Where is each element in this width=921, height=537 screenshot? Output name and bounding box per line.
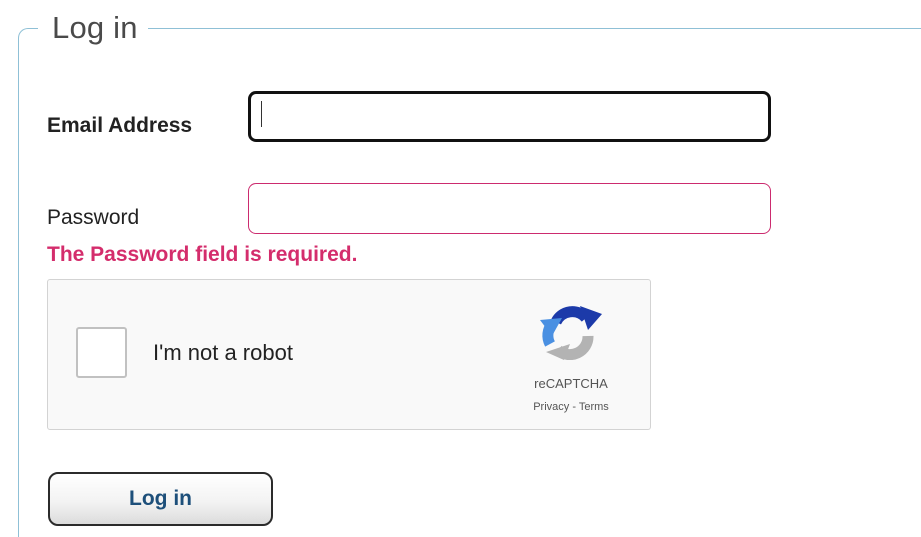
recaptcha-terms-link[interactable]: Terms xyxy=(579,401,609,413)
recaptcha-checkbox[interactable] xyxy=(76,327,127,378)
recaptcha-links: Privacy - Terms xyxy=(503,401,639,413)
password-error-message: The Password field is required. xyxy=(47,243,358,266)
password-label: Password xyxy=(47,206,140,229)
recaptcha-brand-text: reCAPTCHA xyxy=(534,376,608,391)
fieldset-border-corner xyxy=(18,28,31,41)
password-input[interactable] xyxy=(248,183,771,234)
recaptcha-widget: I'm not a robot reCAPTCHA Privacy - Term… xyxy=(47,279,651,430)
recaptcha-logo-icon xyxy=(540,306,602,360)
email-input[interactable] xyxy=(248,91,771,142)
fieldset-border-left xyxy=(18,38,19,537)
email-label: Email Address xyxy=(47,114,193,137)
login-button[interactable]: Log in xyxy=(48,472,273,526)
login-page: Log in Email Address Password The Passwo… xyxy=(0,0,921,537)
recaptcha-links-separator: - xyxy=(569,401,579,413)
form-legend: Log in xyxy=(38,8,148,48)
recaptcha-checkbox-label: I'm not a robot xyxy=(153,340,293,365)
text-cursor xyxy=(261,101,262,127)
recaptcha-privacy-link[interactable]: Privacy xyxy=(533,401,569,413)
fieldset-border-top xyxy=(28,28,921,29)
